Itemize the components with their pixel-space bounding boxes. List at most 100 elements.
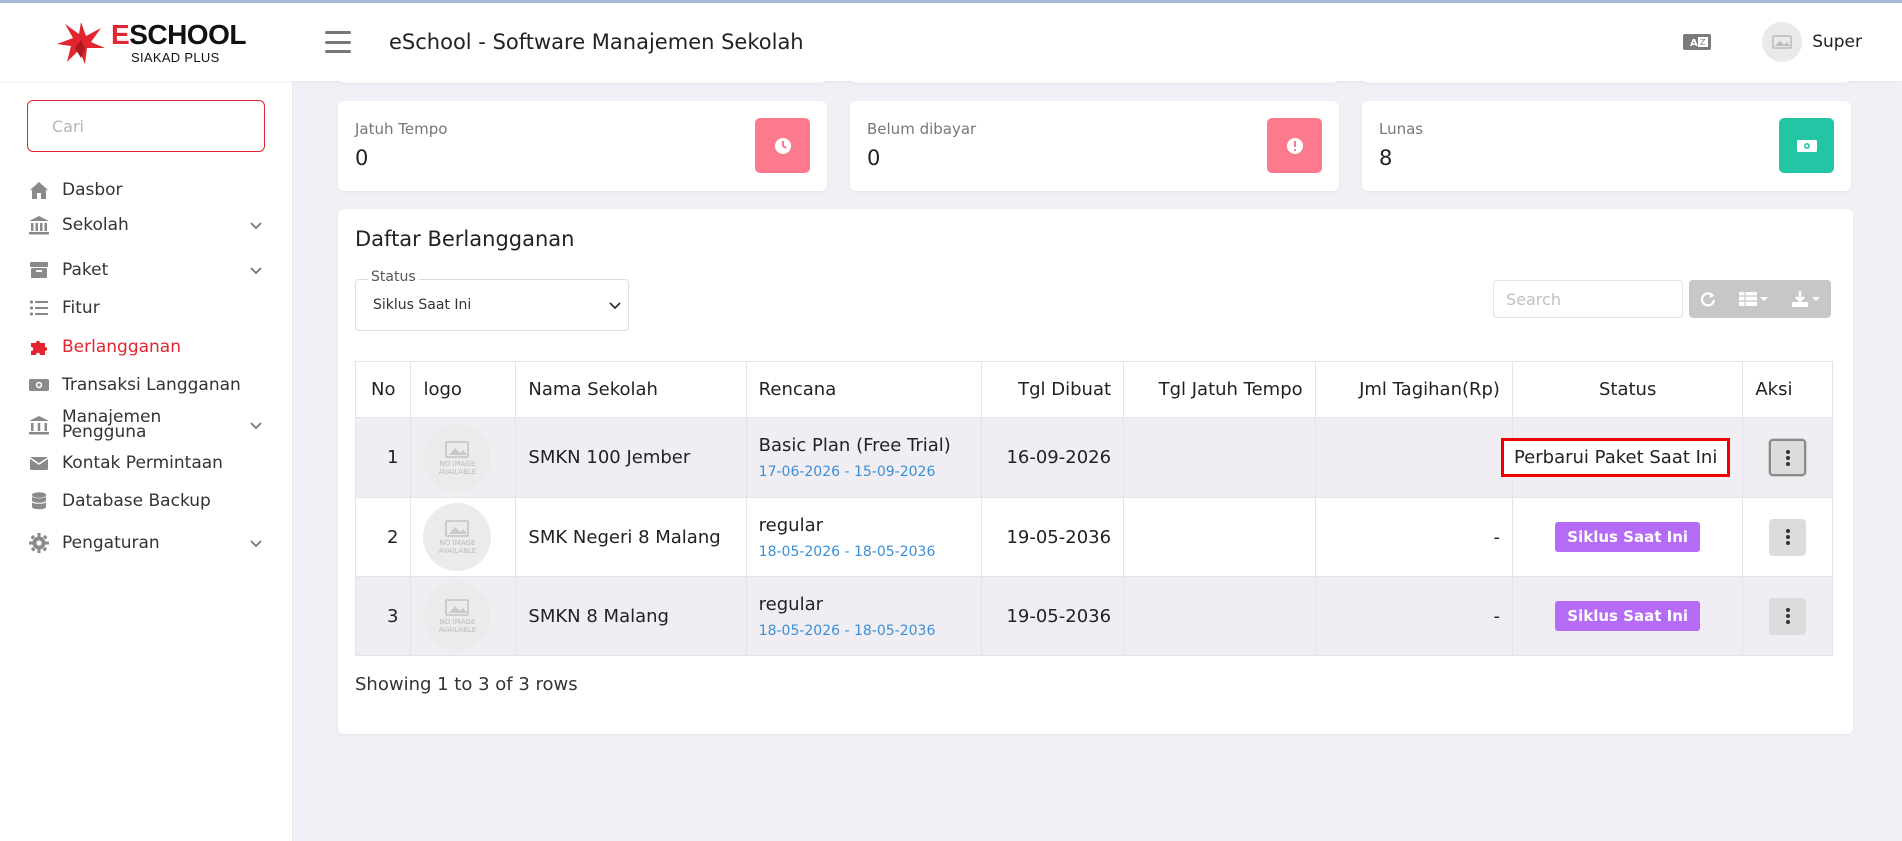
image-placeholder-icon	[445, 520, 470, 537]
subscription-table: No logo Nama Sekolah Rencana Tgl Dibuat …	[354, 361, 1833, 656]
sidebar-item-label: Kontak Permintaan	[62, 453, 223, 473]
subscription-panel: Daftar Berlangganan Status Siklus Saat I…	[338, 209, 1853, 734]
sidebar-item-manajemen-pengguna[interactable]: Manajemen Pengguna	[0, 407, 293, 443]
cell-school: SMK Negeri 8 Malang	[515, 497, 747, 577]
cell-no: 3	[354, 576, 412, 656]
column-header-aksi: Aksi	[1742, 361, 1833, 418]
cell-due-date	[1123, 576, 1316, 656]
bank-icon	[28, 214, 50, 236]
sidebar-item-database-backup[interactable]: Database Backup	[0, 483, 293, 519]
cell-logo: NO IMAGE AVAILABLE	[410, 576, 517, 656]
language-icon[interactable]: A Z	[1682, 32, 1712, 52]
plan-name: regular	[758, 514, 824, 536]
sidebar-item-berlangganan[interactable]: Berlangganan	[0, 329, 293, 365]
more-vertical-icon	[1785, 606, 1790, 626]
plan-date-range: 17-06-2026 - 15-09-2026	[758, 464, 936, 480]
cell-due-date	[1123, 417, 1316, 498]
row-actions-button[interactable]	[1769, 597, 1807, 635]
cell-action	[1742, 576, 1833, 656]
cell-plan: regular 18-05-2026 - 18-05-2036	[745, 497, 983, 577]
cell-logo: NO IMAGE AVAILABLE	[410, 497, 517, 577]
image-placeholder-icon	[445, 440, 470, 458]
column-header-logo[interactable]: logo	[410, 361, 517, 418]
user-name[interactable]: Super	[1812, 32, 1862, 52]
archive-icon	[28, 259, 50, 281]
brand-subtitle: SIAKAD PLUS	[131, 49, 220, 65]
plan-name: Basic Plan (Free Trial)	[758, 435, 951, 456]
user-avatar[interactable]	[1762, 22, 1803, 62]
column-header-tgl-dibuat[interactable]: Tgl Dibuat	[981, 361, 1125, 418]
eschool-logo-icon	[57, 22, 105, 64]
chevron-down-icon	[250, 540, 262, 548]
header: ESCHOOL SIAKAD PLUS eSchool - Software M…	[0, 3, 1902, 81]
column-header-nama-sekolah[interactable]: Nama Sekolah	[515, 361, 747, 418]
table-row: 2 NO IMAGE AVAILABLE SMK Negeri 8 Malang …	[354, 497, 1833, 577]
row-actions-button[interactable]	[1769, 518, 1807, 556]
image-placeholder-icon	[1772, 35, 1792, 49]
columns-icon	[1739, 292, 1768, 306]
school-logo-placeholder: NO IMAGE AVAILABLE	[423, 503, 492, 571]
cell-no: 2	[354, 497, 412, 577]
column-header-tgl-jatuh-tempo[interactable]: Tgl Jatuh Tempo	[1123, 361, 1316, 418]
row-actions-button[interactable]	[1769, 439, 1807, 476]
table-row: 3 NO IMAGE AVAILABLE SMKN 8 Malang regula…	[354, 576, 1833, 656]
cell-created-date: 16-09-2026	[981, 417, 1125, 498]
cell-status: Siklus Saat Ini	[1511, 497, 1744, 577]
column-header-no[interactable]: No	[354, 361, 412, 418]
sidebar-item-pengaturan[interactable]: Pengaturan	[0, 525, 293, 561]
cell-action	[1742, 417, 1833, 498]
sidebar-item-paket[interactable]: Paket	[0, 252, 293, 288]
school-logo-placeholder: NO IMAGE AVAILABLE	[423, 423, 492, 492]
cell-logo: NO IMAGE AVAILABLE	[410, 417, 517, 498]
brand-text: ESCHOOL SIAKAD PLUS	[111, 18, 246, 65]
sidebar-item-label: Dasbor	[62, 180, 123, 200]
sidebar-item-sekolah[interactable]: Sekolah	[0, 207, 293, 243]
stat-label: Lunas	[1379, 120, 1424, 138]
cell-school: SMKN 100 Jember	[515, 417, 747, 498]
gear-icon	[28, 532, 50, 554]
chevron-down-icon	[609, 302, 621, 310]
columns-toggle-button[interactable]	[1727, 280, 1779, 318]
cell-amount: -	[1314, 497, 1513, 577]
status-select[interactable]: Status Siklus Saat Ini	[355, 269, 629, 331]
export-button[interactable]	[1779, 280, 1831, 318]
renew-package-link[interactable]: Perbarui Paket Saat Ini	[1500, 438, 1731, 477]
svg-text:Z: Z	[1700, 38, 1706, 47]
refresh-button[interactable]	[1689, 280, 1727, 318]
sidebar-item-dasbor[interactable]: Dasbor	[0, 172, 293, 208]
no-image-text: NO IMAGE AVAILABLE	[438, 459, 477, 476]
hamburger-menu-icon[interactable]	[325, 31, 351, 53]
sidebar-item-label: Berlangganan	[62, 337, 181, 357]
users-icon	[28, 414, 50, 436]
panel-title: Daftar Berlangganan	[355, 227, 575, 251]
sidebar-item-fitur[interactable]: Fitur	[0, 290, 293, 326]
plan-name: regular	[758, 593, 824, 615]
cell-created-date: 19-05-2036	[981, 576, 1125, 656]
table-toolbar	[1689, 280, 1831, 318]
status-badge: Siklus Saat Ini	[1555, 601, 1701, 631]
column-header-status[interactable]: Status	[1511, 361, 1744, 418]
stat-card-lunas: Lunas 8	[1362, 101, 1851, 191]
money-icon	[28, 374, 50, 396]
table-search-input[interactable]	[1493, 280, 1683, 318]
chevron-down-icon	[250, 422, 262, 430]
sidebar-search-input[interactable]	[27, 100, 265, 152]
mail-icon	[28, 452, 50, 474]
stat-label: Belum dibayar	[867, 120, 977, 138]
refresh-icon	[1700, 292, 1716, 307]
stat-card-belum-dibayar: Belum dibayar 0	[850, 101, 1339, 191]
stat-value: 8	[1379, 146, 1393, 170]
sidebar-item-label: Transaksi Langganan	[62, 375, 241, 395]
header-right: A Z Super	[1682, 22, 1902, 62]
status-badge: Siklus Saat Ini	[1555, 522, 1701, 552]
stat-label: Jatuh Tempo	[355, 120, 448, 138]
home-icon	[28, 179, 50, 201]
column-header-jml-tagihan[interactable]: Jml Tagihan(Rp)	[1314, 361, 1513, 418]
stat-value: 0	[867, 146, 881, 170]
list-icon	[28, 297, 50, 319]
column-header-rencana[interactable]: Rencana	[745, 361, 983, 418]
brand-name-e: E	[111, 18, 130, 50]
sidebar-item-kontak-permintaan[interactable]: Kontak Permintaan	[0, 445, 293, 481]
brand-logo[interactable]: ESCHOOL SIAKAD PLUS	[0, 3, 293, 81]
sidebar-item-transaksi-langganan[interactable]: Transaksi Langganan	[0, 367, 293, 403]
